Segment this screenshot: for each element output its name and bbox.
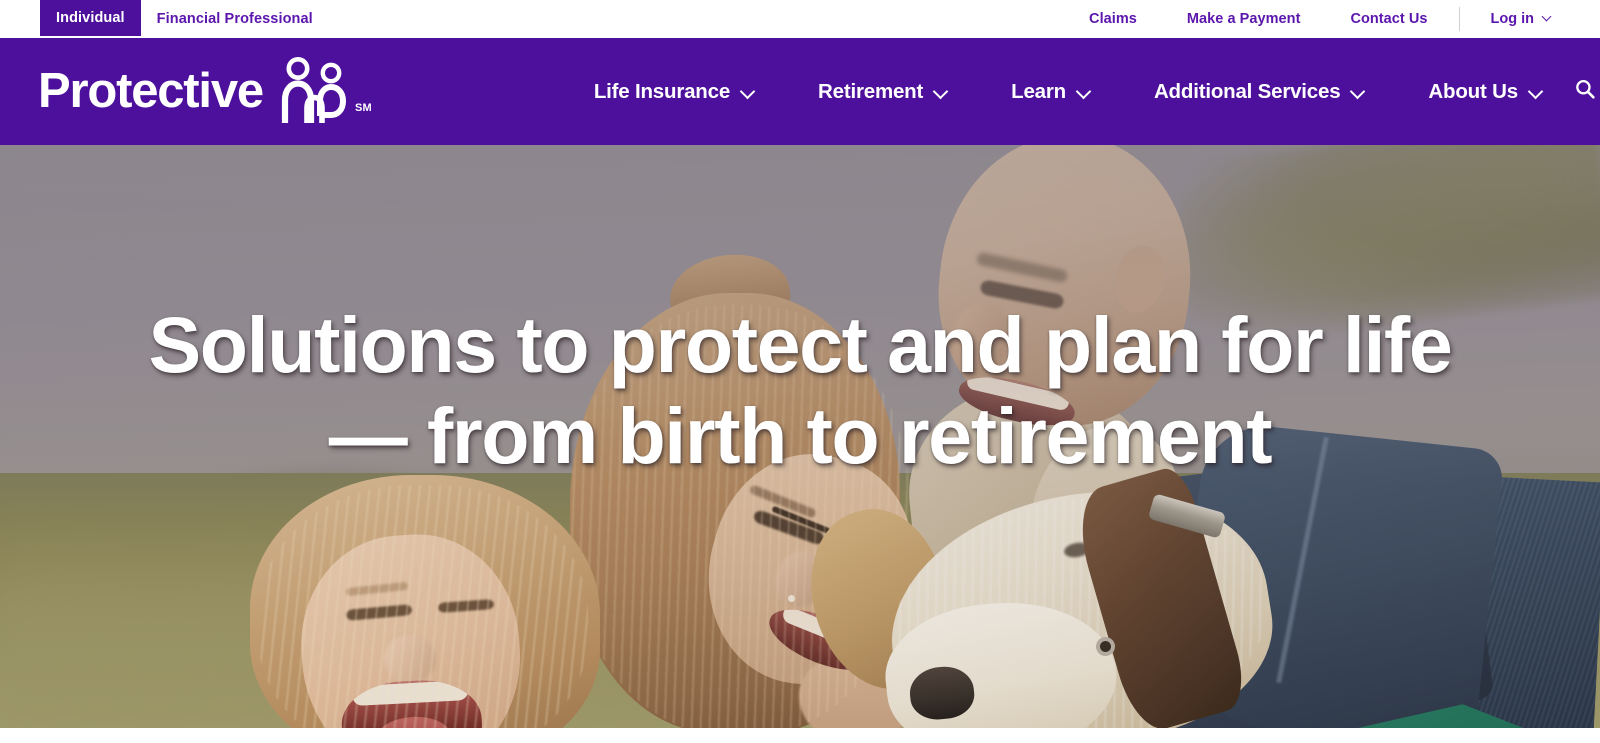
page-root: Individual Financial Professional Claims…	[0, 0, 1600, 743]
utility-link-make-a-payment[interactable]: Make a Payment	[1162, 11, 1326, 27]
nav-item-retirement-label: Retirement	[818, 79, 924, 103]
search-icon	[1574, 78, 1596, 105]
chevron-down-icon	[1529, 86, 1542, 99]
family-figures-icon	[275, 56, 353, 128]
nav-item-additional-services-label: Additional Services	[1153, 79, 1341, 103]
login-menu[interactable]: Log in	[1466, 11, 1563, 27]
audience-tab-group: Individual Financial Professional	[40, 0, 329, 38]
hero-dog	[791, 463, 1320, 728]
audience-tab-financial-professional-label: Financial Professional	[156, 11, 313, 27]
audience-tab-financial-professional[interactable]: Financial Professional	[141, 0, 329, 38]
login-label: Log in	[1490, 11, 1535, 27]
chevron-down-icon	[741, 86, 754, 99]
brand-wordmark: Protective	[38, 64, 264, 118]
chevron-down-icon	[934, 86, 947, 99]
nav-item-about-us[interactable]: About Us	[1396, 80, 1574, 104]
primary-nav: Life Insurance Retirement Learn Addition…	[562, 80, 1574, 104]
nav-item-life-insurance-label: Life Insurance	[593, 79, 731, 103]
chevron-down-icon	[1543, 13, 1552, 22]
search-button[interactable]	[1574, 75, 1596, 109]
audience-tab-individual[interactable]: Individual	[40, 0, 141, 36]
nav-item-learn-label: Learn	[1011, 79, 1066, 103]
brand-trademark: SM	[354, 101, 372, 114]
nav-item-learn[interactable]: Learn	[979, 80, 1122, 104]
utility-bar: Individual Financial Professional Claims…	[0, 0, 1600, 38]
nav-item-additional-services[interactable]: Additional Services	[1122, 80, 1396, 104]
chevron-down-icon	[1351, 86, 1364, 99]
utility-links: Claims Make a Payment Contact Us Log in	[1064, 0, 1600, 38]
hero-image	[0, 145, 1600, 728]
chevron-down-icon	[1077, 86, 1090, 99]
utility-link-contact-us[interactable]: Contact Us	[1325, 11, 1452, 27]
hero-banner: Solutions to protect and plan for life —…	[0, 145, 1600, 728]
nav-item-life-insurance[interactable]: Life Insurance	[562, 80, 786, 104]
audience-tab-individual-label: Individual	[56, 10, 125, 26]
nav-item-about-us-label: About Us	[1428, 79, 1518, 103]
nav-item-retirement[interactable]: Retirement	[786, 80, 979, 104]
main-navigation-bar: Protective SM Life Insurance Retirement …	[0, 38, 1600, 145]
hero-person-child	[250, 475, 630, 728]
utility-divider	[1458, 7, 1460, 31]
page-bottom-strip	[0, 728, 1600, 743]
brand-logo-link[interactable]: Protective SM	[38, 56, 372, 128]
utility-link-claims[interactable]: Claims	[1064, 11, 1162, 27]
